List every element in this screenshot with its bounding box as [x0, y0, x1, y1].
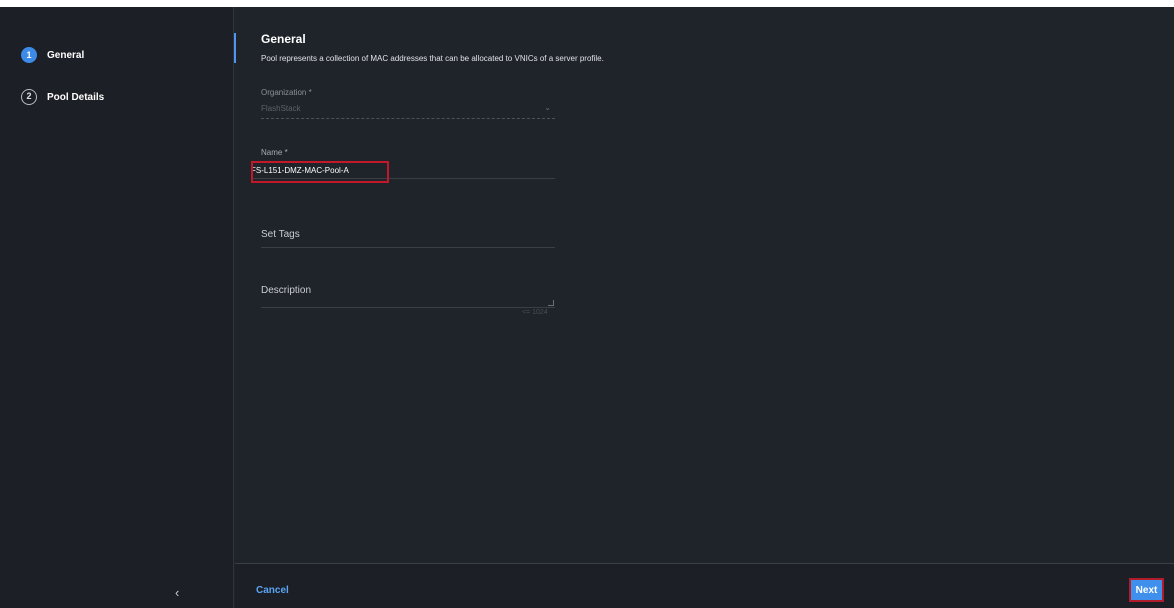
- step-label: Pool Details: [47, 91, 105, 103]
- description-field[interactable]: Description: [261, 285, 555, 308]
- name-field: [251, 162, 555, 179]
- organization-value: FlashStack: [261, 104, 301, 113]
- name-input[interactable]: [251, 162, 555, 179]
- chevron-down-icon: ⌄: [544, 103, 551, 112]
- collapse-sidebar-icon[interactable]: ‹: [175, 585, 179, 600]
- top-strip: [0, 0, 1174, 7]
- description-label: Description: [261, 285, 312, 296]
- next-button[interactable]: Next: [1129, 578, 1164, 602]
- set-tags-field[interactable]: Set Tags: [261, 227, 555, 248]
- organization-label: Organization *: [261, 88, 312, 97]
- step-pool-details[interactable]: 2 Pool Details: [21, 89, 104, 105]
- page-subtitle: Pool represents a collection of MAC addr…: [261, 54, 604, 63]
- step-number: 2: [21, 89, 37, 105]
- resize-handle-icon[interactable]: [548, 300, 554, 306]
- wizard-footer: Cancel Next: [235, 563, 1174, 608]
- step-general[interactable]: 1 General: [21, 47, 84, 63]
- description-char-limit: <= 1024: [522, 309, 548, 316]
- set-tags-label: Set Tags: [261, 229, 300, 240]
- page-title: General: [261, 32, 306, 46]
- step-number: 1: [21, 47, 37, 63]
- organization-select[interactable]: FlashStack ⌄: [261, 102, 555, 119]
- main-panel: General Pool represents a collection of …: [235, 7, 1174, 563]
- step-label: General: [47, 49, 85, 61]
- name-label: Name *: [261, 148, 288, 157]
- wizard-sidebar: 1 General 2 Pool Details ‹: [0, 7, 234, 608]
- cancel-button[interactable]: Cancel: [256, 585, 289, 596]
